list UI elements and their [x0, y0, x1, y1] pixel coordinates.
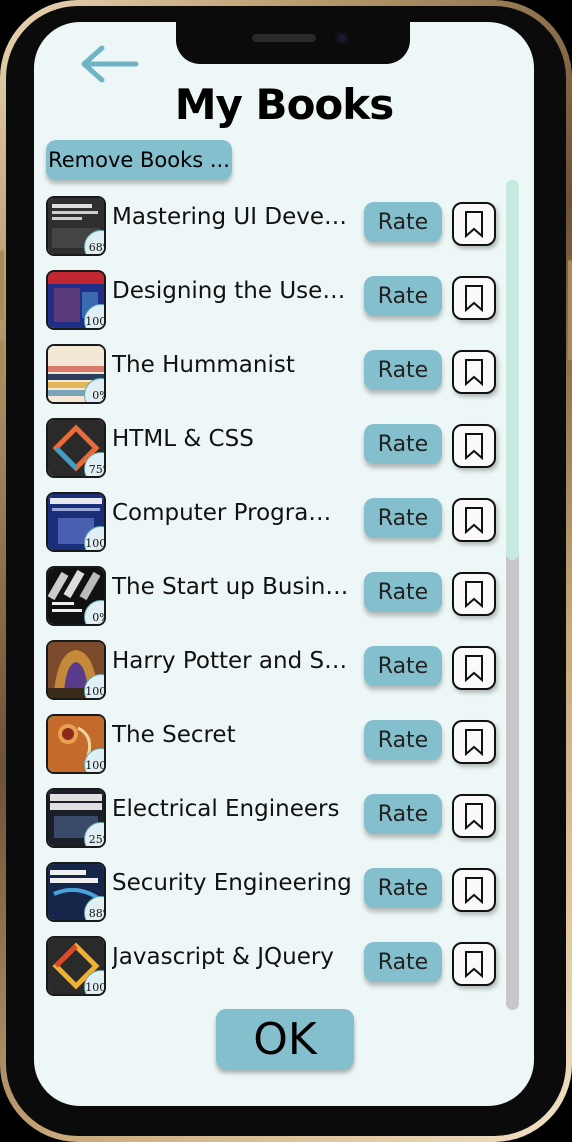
book-row: 68% Mastering UI Development Rate: [34, 190, 504, 256]
book-cover[interactable]: 0%: [46, 566, 106, 626]
book-title[interactable]: Javascript & JQuery: [112, 944, 352, 970]
book-row: 100% Harry Potter and Sorcer... Rate: [34, 634, 504, 700]
bookmark-icon: [465, 951, 483, 978]
rate-button[interactable]: Rate: [364, 942, 442, 982]
book-cover[interactable]: 0%: [46, 344, 106, 404]
rate-button[interactable]: Rate: [364, 572, 442, 612]
bookmark-icon: [465, 581, 483, 608]
bookmark-button[interactable]: [452, 424, 496, 468]
book-row: 100% Designing the User Inte... Rate: [34, 264, 504, 330]
book-cover[interactable]: 100%: [46, 492, 106, 552]
book-list[interactable]: 68% Mastering UI Development Rate 100% D…: [34, 190, 504, 1010]
book-cover[interactable]: 100%: [46, 714, 106, 774]
bookmark-button[interactable]: [452, 720, 496, 764]
book-cover[interactable]: 68%: [46, 196, 106, 256]
bookmark-icon: [465, 359, 483, 386]
book-cover[interactable]: 75%: [46, 418, 106, 478]
book-row: 25% Electrical Engineers Rate: [34, 782, 504, 848]
rate-button[interactable]: Rate: [364, 498, 442, 538]
rate-button[interactable]: Rate: [364, 424, 442, 464]
book-row: 0% The Start up Business Rate: [34, 560, 504, 626]
notch: [176, 22, 410, 64]
bookmark-button[interactable]: [452, 868, 496, 912]
book-title[interactable]: HTML & CSS: [112, 426, 352, 452]
bookmark-button[interactable]: [452, 350, 496, 394]
book-row: 100% Computer Programming Rate: [34, 486, 504, 552]
volume-down-button: [0, 340, 4, 410]
book-title[interactable]: Mastering UI Development: [112, 204, 352, 230]
book-title[interactable]: Designing the User Inte...: [112, 278, 352, 304]
book-title[interactable]: Computer Programming: [112, 500, 352, 526]
book-cover[interactable]: 100%: [46, 640, 106, 700]
book-cover[interactable]: 100%: [46, 936, 106, 996]
book-title[interactable]: Electrical Engineers: [112, 796, 352, 822]
bookmark-icon: [465, 507, 483, 534]
bookmark-button[interactable]: [452, 942, 496, 986]
rate-button[interactable]: Rate: [364, 276, 442, 316]
book-title[interactable]: The Start up Business: [112, 574, 352, 600]
bookmark-button[interactable]: [452, 498, 496, 542]
volume-up-button: [0, 250, 4, 320]
bookmark-button[interactable]: [452, 572, 496, 616]
bookmark-button[interactable]: [452, 202, 496, 246]
page-title: My Books: [174, 80, 394, 129]
book-row: 100% Javascript & JQuery Rate: [34, 930, 504, 996]
ok-button[interactable]: OK: [216, 1009, 354, 1069]
rate-button[interactable]: Rate: [364, 646, 442, 686]
book-cover[interactable]: 100%: [46, 270, 106, 330]
bookmark-icon: [465, 285, 483, 312]
power-button: [568, 260, 572, 360]
scrollbar[interactable]: [506, 180, 519, 1010]
rate-button[interactable]: Rate: [364, 202, 442, 242]
remove-books-button[interactable]: Remove Books ...: [46, 140, 232, 180]
bookmark-icon: [465, 433, 483, 460]
bookmark-icon: [465, 803, 483, 830]
speaker-grille: [252, 34, 316, 42]
bookmark-icon: [465, 877, 483, 904]
rate-button[interactable]: Rate: [364, 868, 442, 908]
bookmark-button[interactable]: [452, 646, 496, 690]
book-title[interactable]: The Hummanist: [112, 352, 352, 378]
bookmark-icon: [465, 655, 483, 682]
bookmark-icon: [465, 211, 483, 238]
book-row: 88% Security Engineering Rate: [34, 856, 504, 922]
rate-button[interactable]: Rate: [364, 794, 442, 834]
book-row: 75% HTML & CSS Rate: [34, 412, 504, 478]
scrollbar-thumb[interactable]: [506, 180, 519, 560]
book-title[interactable]: Security Engineering: [112, 870, 352, 896]
bookmark-button[interactable]: [452, 794, 496, 838]
book-cover[interactable]: 25%: [46, 788, 106, 848]
book-row: 100% The Secret Rate: [34, 708, 504, 774]
book-title[interactable]: Harry Potter and Sorcer...: [112, 648, 352, 674]
book-title[interactable]: The Secret: [112, 722, 352, 748]
app-screen: My Books Remove Books ... 68% Mastering …: [34, 22, 534, 1106]
bookmark-button[interactable]: [452, 276, 496, 320]
book-cover[interactable]: 88%: [46, 862, 106, 922]
bookmark-icon: [465, 729, 483, 756]
book-row: 0% The Hummanist Rate: [34, 338, 504, 404]
camera-icon: [335, 31, 349, 45]
rate-button[interactable]: Rate: [364, 350, 442, 390]
rate-button[interactable]: Rate: [364, 720, 442, 760]
